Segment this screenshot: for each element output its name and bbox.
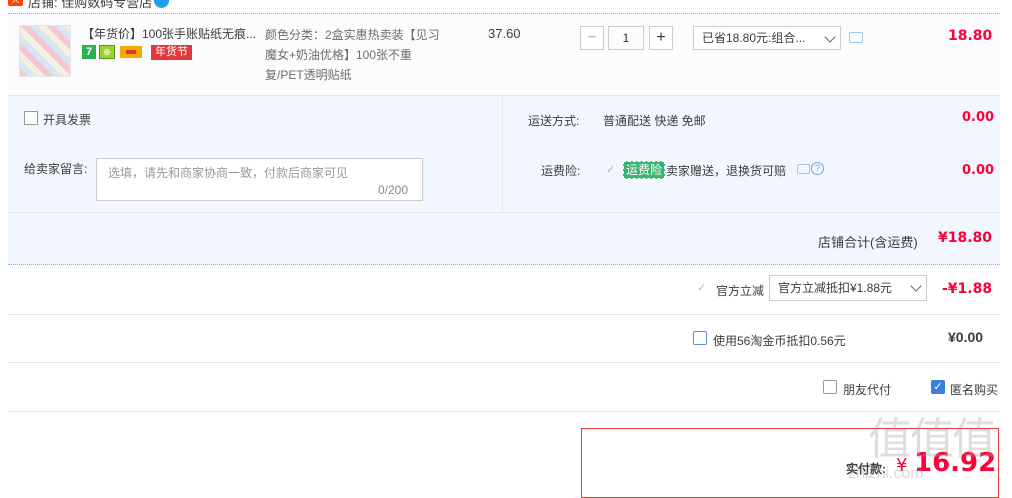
promotion-select-value: 已省18.80元:组合... xyxy=(702,31,806,45)
shipping-fee: 0.00 xyxy=(962,110,995,125)
product-thumbnail[interactable] xyxy=(19,25,71,77)
shop-header: 天猫 店铺: 佳购数码专营店 xyxy=(0,0,1012,14)
insurance-checkbox: ✓ xyxy=(606,164,616,176)
official-discount-checkbox: ✓ xyxy=(697,282,707,294)
divider xyxy=(8,264,1000,265)
promotion-select[interactable]: 已省18.80元:组合... xyxy=(693,26,841,50)
memo-placeholder: 选填，请先和商家协商一致，付款后商家可见 xyxy=(108,166,349,180)
chat-icon[interactable] xyxy=(849,32,863,43)
item-subtotal: 18.80 xyxy=(948,28,993,44)
insurance-fee: 0.00 xyxy=(962,163,995,178)
sku-info: 颜色分类：2盒实惠热卖装【见习魔女+奶油优格】100张不重复/PET透明贴纸 xyxy=(265,28,440,82)
anonymous-label[interactable]: 匿名购买 xyxy=(950,381,998,398)
taojinbi-value: ¥0.00 xyxy=(948,329,984,345)
chat-icon[interactable] xyxy=(797,164,810,174)
divider xyxy=(8,362,1000,363)
quantity-stepper: − 1 + xyxy=(580,26,676,52)
anonymous-checkbox[interactable]: ✓ xyxy=(931,380,945,394)
guarantee-icon: ⊕ xyxy=(99,45,115,59)
official-discount-select[interactable]: 官方立减抵扣¥1.88元 xyxy=(769,275,927,301)
friend-pay-label[interactable]: 朋友代付 xyxy=(843,381,891,398)
official-discount-value: -¥1.88 xyxy=(942,281,993,297)
memo-char-count: 0/200 xyxy=(378,183,409,197)
divider xyxy=(8,314,1000,315)
shop-name[interactable]: 店铺: 佳购数码专营店 xyxy=(28,0,152,11)
chevron-down-icon xyxy=(910,280,922,292)
divider xyxy=(8,411,1000,412)
insurance-tag: 运费险 xyxy=(623,161,666,179)
seven-day-return-icon: 7 xyxy=(82,45,96,59)
quantity-plus-button[interactable]: + xyxy=(649,26,673,50)
official-discount-select-value: 官方立减抵扣¥1.88元 xyxy=(778,281,893,295)
tmall-badge: 天猫 xyxy=(8,0,23,14)
product-title[interactable]: 【年货价】100张手账贴纸无痕... xyxy=(82,25,262,43)
quantity-input[interactable]: 1 xyxy=(608,26,644,50)
friend-pay-checkbox[interactable] xyxy=(823,380,837,394)
insurance-description: 卖家赠送，退换货可赔 xyxy=(666,164,787,178)
invoice-checkbox[interactable] xyxy=(24,111,38,125)
unit-price: 37.60 xyxy=(488,26,521,41)
festival-badge: 年货节 xyxy=(151,45,192,60)
invoice-label[interactable]: 开具发票 xyxy=(43,111,91,128)
card-icon xyxy=(120,46,142,58)
shipping-label: 运送方式: xyxy=(528,114,580,128)
shop-total-value: ¥18.80 xyxy=(938,230,993,246)
watermark-url: zhizhi.com xyxy=(848,465,924,482)
help-icon[interactable]: ? xyxy=(811,162,824,175)
shop-total-label: 店铺合计(含运费) xyxy=(818,235,918,250)
quantity-minus-button[interactable]: − xyxy=(580,26,604,50)
insurance-label: 运费险: xyxy=(541,164,581,178)
taojinbi-checkbox[interactable] xyxy=(693,331,707,345)
taojinbi-label[interactable]: 使用56淘金币抵扣0.56元 xyxy=(713,332,846,349)
divider xyxy=(502,95,503,212)
official-discount-label: 官方立减 xyxy=(716,284,765,298)
chevron-down-icon xyxy=(824,31,836,43)
shipping-method: 普通配送 快递 免邮 xyxy=(603,114,706,128)
memo-label: 给卖家留言: xyxy=(24,162,88,176)
wangwang-icon[interactable] xyxy=(154,0,169,8)
watermark: 值值值 xyxy=(868,414,996,465)
